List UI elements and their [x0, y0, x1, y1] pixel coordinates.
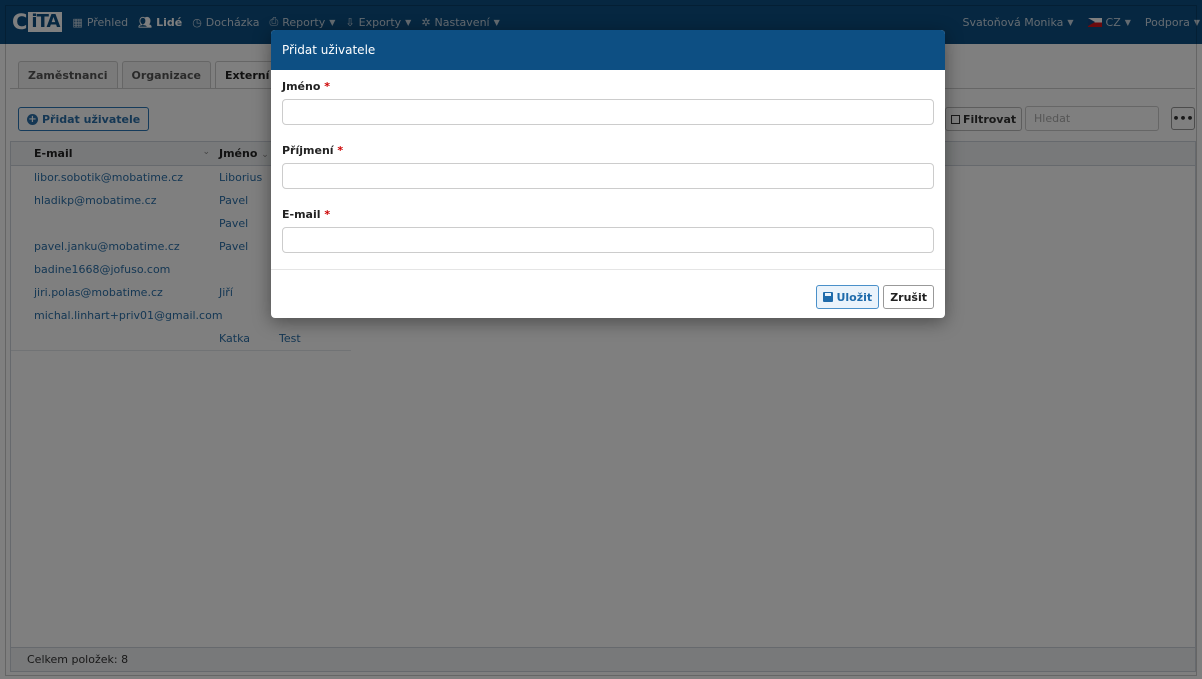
first-name-field[interactable]	[282, 99, 934, 125]
cancel-label: Zrušit	[890, 290, 927, 304]
save-label: Uložit	[836, 290, 873, 304]
required-marker: *	[337, 144, 344, 157]
save-button[interactable]: Uložit	[816, 285, 880, 309]
field-label-text: E-mail	[282, 208, 321, 221]
field-label-text: Jméno	[282, 80, 321, 93]
floppy-disk-icon	[823, 292, 834, 302]
required-marker: *	[324, 80, 331, 93]
dialog-footer: Uložit Zrušit	[816, 285, 934, 309]
dialog-title: Přidat uživatele	[282, 43, 376, 57]
last-name-field[interactable]	[282, 163, 934, 189]
required-marker: *	[324, 208, 331, 221]
email-label: E-mail *	[282, 208, 934, 222]
last-name-label: Příjmení *	[282, 144, 934, 158]
add-user-dialog: Přidat uživatele Jméno * Příjmení * E-ma…	[271, 30, 945, 318]
field-label-text: Příjmení	[282, 144, 334, 157]
cancel-button[interactable]: Zrušit	[883, 285, 934, 309]
dialog-header: Přidat uživatele	[271, 30, 945, 70]
email-field[interactable]	[282, 227, 934, 253]
first-name-label: Jméno *	[282, 80, 934, 94]
dialog-body: Jméno * Příjmení * E-mail *	[271, 70, 945, 270]
